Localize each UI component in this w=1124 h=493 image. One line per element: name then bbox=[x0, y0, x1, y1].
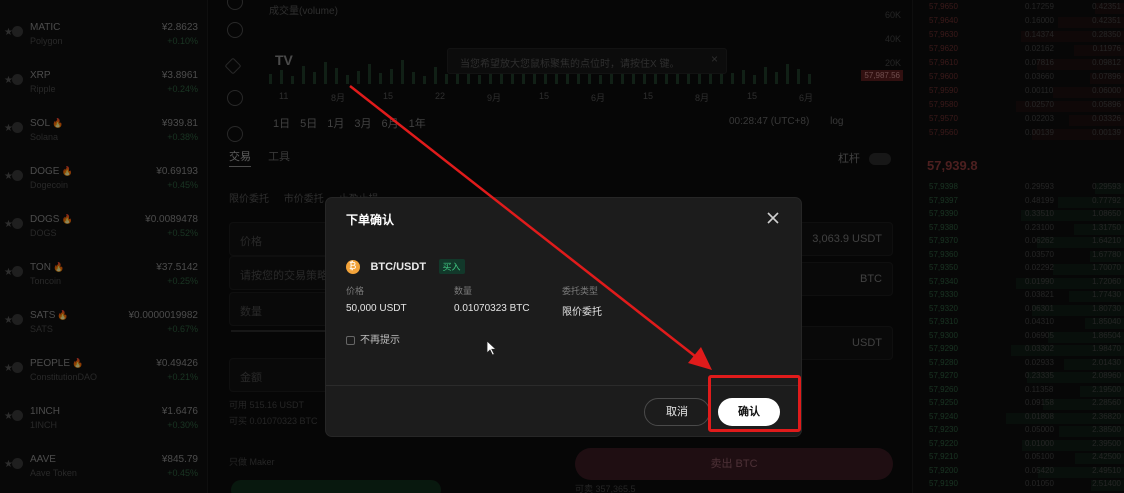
dialog-header: 下单确认 bbox=[326, 198, 801, 238]
quantity-value: 0.01070323 BTC bbox=[454, 303, 530, 314]
no-remind-checkbox[interactable]: 不再提示 bbox=[346, 331, 400, 346]
price-value: 50,000 USDT bbox=[346, 303, 407, 314]
pair-row: BTC/USDT 买入 bbox=[346, 258, 465, 275]
order-type-label: 委托类型 bbox=[562, 286, 599, 296]
quantity-detail: 数量 0.01070323 BTC bbox=[454, 284, 530, 314]
order-type-detail: 委托类型 限价委托 bbox=[562, 284, 602, 318]
close-icon[interactable] bbox=[765, 210, 781, 226]
pair-name: BTC/USDT bbox=[370, 260, 427, 273]
price-detail: 价格 50,000 USDT bbox=[346, 284, 407, 314]
dialog-title: 下单确认 bbox=[346, 213, 395, 227]
quantity-label: 数量 bbox=[454, 286, 473, 296]
buy-side-badge: 买入 bbox=[438, 259, 465, 275]
confirm-highlight-box bbox=[708, 375, 801, 432]
mouse-cursor-icon bbox=[486, 340, 498, 356]
bitcoin-icon bbox=[346, 259, 360, 274]
checkbox-icon[interactable] bbox=[346, 335, 355, 345]
no-remind-label: 不再提示 bbox=[360, 335, 400, 346]
price-label: 价格 bbox=[346, 286, 365, 296]
cancel-button[interactable]: 取消 bbox=[644, 398, 710, 426]
order-type-value: 限价委托 bbox=[562, 307, 602, 318]
